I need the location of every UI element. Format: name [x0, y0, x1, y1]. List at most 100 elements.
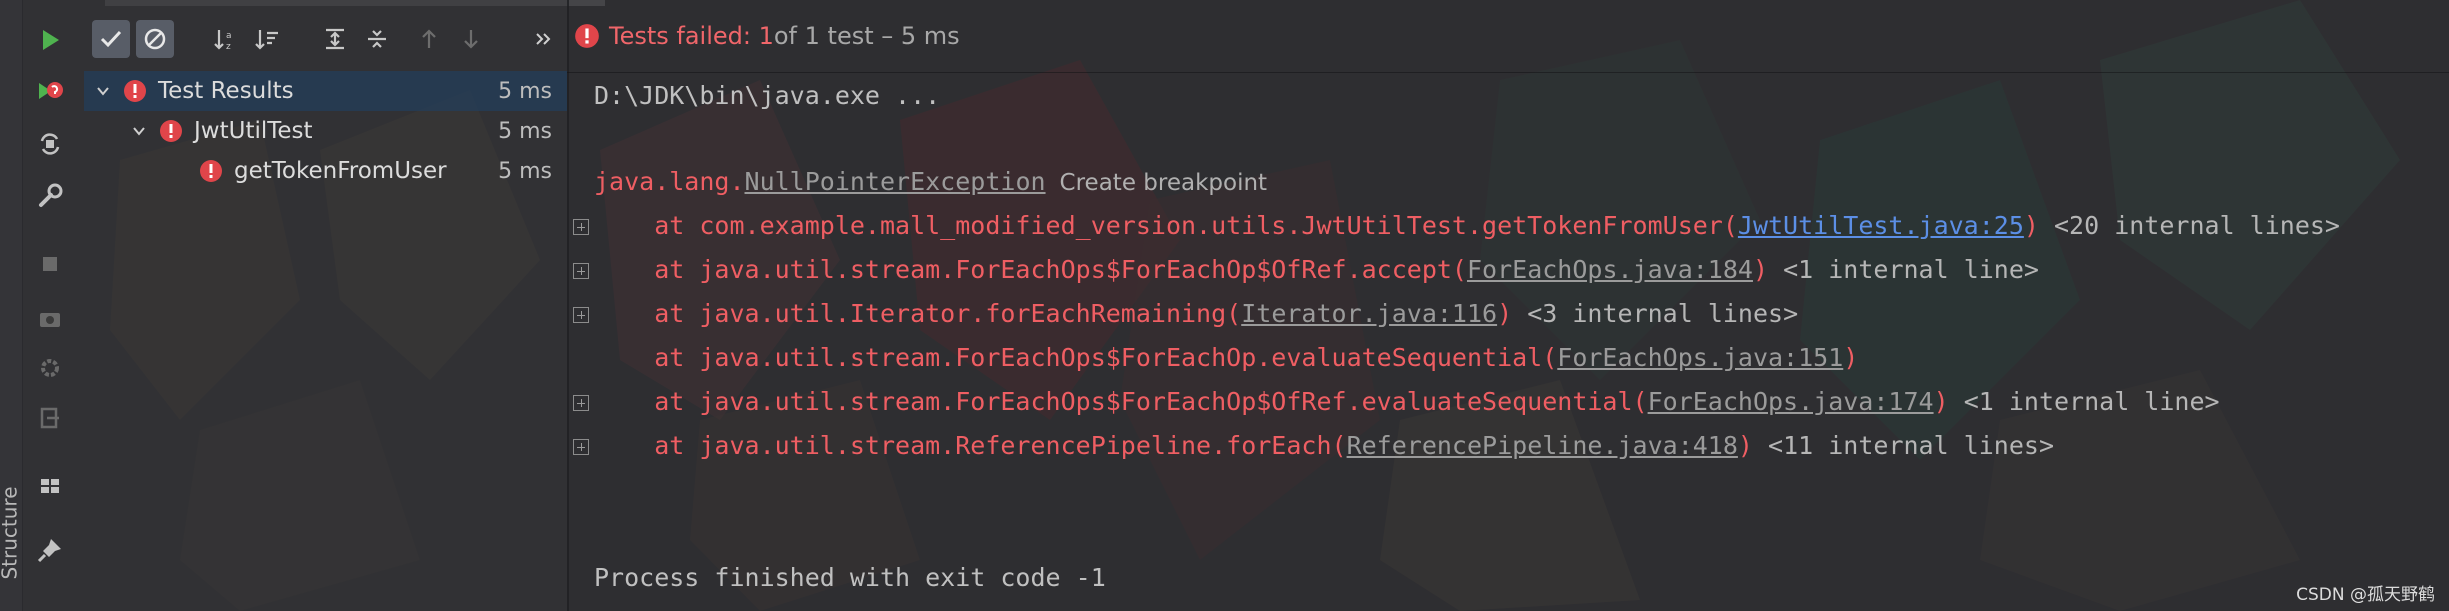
tests-failed-label: Tests failed: 1 — [609, 22, 774, 50]
stop-button[interactable] — [32, 246, 68, 282]
create-breakpoint-link[interactable]: Create breakpoint — [1060, 170, 1268, 196]
stack-frame-line: at java.util.stream.ForEachOps$ForEachOp… — [594, 252, 2039, 288]
stack-frame-close: ) — [1497, 299, 1513, 328]
more-actions-button[interactable] — [524, 20, 562, 58]
rerun-button[interactable] — [32, 22, 68, 58]
stack-frame-line: at java.util.stream.ForEachOps$ForEachOp… — [594, 384, 2220, 420]
chevron-down-icon[interactable] — [128, 120, 150, 142]
error-icon — [124, 80, 146, 102]
expand-all-button[interactable] — [316, 20, 354, 58]
exception-package: java.lang. — [594, 167, 745, 196]
stack-frame-close: ) — [1933, 387, 1949, 416]
chevron-down-icon[interactable] — [92, 80, 114, 102]
test-status-bar: Tests failed: 1 of 1 test – 5 ms — [567, 0, 2449, 73]
stop-icon — [43, 257, 57, 271]
stack-frame-text: at java.util.stream.ForEachOps$ForEachOp… — [594, 343, 1558, 372]
fold-toggle-icon[interactable] — [573, 439, 589, 455]
fold-toggle-icon[interactable] — [573, 395, 589, 411]
exit-icon — [40, 407, 59, 429]
error-icon — [200, 160, 222, 182]
collapse-all-icon — [368, 30, 386, 48]
structure-tab[interactable]: Structure — [0, 478, 23, 588]
process-finished-line: Process finished with exit code -1 — [594, 563, 1106, 592]
gear-button[interactable] — [32, 350, 68, 386]
internal-lines-hint[interactable]: <20 internal lines> — [2039, 211, 2340, 240]
tree-row-label: getTokenFromUser — [234, 158, 447, 184]
internal-lines-hint[interactable]: <1 internal line> — [1949, 387, 2220, 416]
console-command-line: D:\JDK\bin\java.exe ... — [594, 81, 941, 110]
source-link[interactable]: JwtUtilTest.java:25 — [1738, 211, 2024, 240]
source-link[interactable]: ReferencePipeline.java:418 — [1347, 431, 1738, 460]
tree-row-test-results[interactable]: Test Results 5 ms — [84, 71, 567, 111]
stack-frame-line: at java.util.Iterator.forEachRemaining(I… — [594, 296, 1798, 332]
stack-frame-text: at java.util.stream.ReferencePipeline.fo… — [594, 431, 1347, 460]
show-ignored-button[interactable] — [136, 20, 174, 58]
sort-alphabetically-button[interactable]: az — [206, 20, 244, 58]
svg-text:z: z — [226, 42, 231, 52]
collapse-all-button[interactable] — [358, 20, 396, 58]
settings-button[interactable] — [32, 178, 68, 214]
structure-tab-label: Structure — [0, 486, 23, 580]
tree-row-jwtutiltest[interactable]: JwtUtilTest 5 ms — [84, 111, 567, 151]
stack-frame-text: at com.example.mall_modified_version.uti… — [594, 211, 1738, 240]
wrench-icon — [39, 183, 63, 207]
exception-name-link[interactable]: NullPointerException — [745, 167, 1046, 196]
stack-frame-line: at java.util.stream.ReferencePipeline.fo… — [594, 428, 2054, 464]
ignored-icon — [144, 28, 166, 50]
stack-frame-close: ) — [1843, 343, 1859, 372]
fold-toggle-icon[interactable] — [573, 263, 589, 279]
tree-row-time: 5 ms — [498, 118, 552, 144]
source-link[interactable]: ForEachOps.java:151 — [1557, 343, 1843, 372]
source-link[interactable]: Iterator.java:116 — [1241, 299, 1497, 328]
stack-frame-close: ) — [1737, 431, 1753, 460]
fold-toggle-icon[interactable] — [573, 307, 589, 323]
expand-all-icon — [326, 28, 344, 50]
exit-button[interactable] — [32, 400, 68, 436]
tree-row-gettokenfromuser[interactable]: getTokenFromUser 5 ms — [84, 151, 567, 191]
run-actions-column — [22, 0, 84, 611]
auto-rerun-icon — [40, 133, 60, 155]
check-icon — [100, 30, 122, 48]
test-tree-panel: az Test Results 5 ms JwtUtilTest 5 ms ge… — [84, 0, 569, 611]
sort-alpha-icon: az — [214, 30, 232, 52]
next-failed-button[interactable] — [452, 20, 490, 58]
stack-frame-line: at java.util.stream.ForEachOps$ForEachOp… — [594, 340, 1858, 376]
test-tree-toolbar: az — [84, 0, 567, 72]
source-link[interactable]: ForEachOps.java:184 — [1467, 255, 1753, 284]
stack-frame-text: at java.util.stream.ForEachOps$ForEachOp… — [594, 255, 1467, 284]
internal-lines-hint[interactable]: <3 internal lines> — [1512, 299, 1798, 328]
sort-by-duration-button[interactable] — [248, 20, 286, 58]
tree-row-label: Test Results — [158, 78, 294, 104]
source-link[interactable]: ForEachOps.java:174 — [1648, 387, 1934, 416]
watermark: CSDN @孤天野鹤 — [2296, 585, 2435, 605]
fold-toggle-icon[interactable] — [573, 219, 589, 235]
show-passed-button[interactable] — [92, 20, 130, 58]
tree-row-time: 5 ms — [498, 78, 552, 104]
rerun-failed-button[interactable] — [32, 74, 68, 110]
pin-icon — [37, 539, 61, 563]
arrow-down-icon — [464, 30, 478, 49]
svg-text:a: a — [226, 31, 232, 41]
stack-frame-close: ) — [1752, 255, 1769, 284]
stack-frame-close: ) — [2023, 211, 2039, 240]
internal-lines-hint[interactable]: <1 internal line> — [1768, 255, 2039, 284]
error-icon — [160, 120, 182, 142]
double-chevron-right-icon — [536, 33, 551, 45]
arrow-up-icon — [422, 29, 436, 48]
exception-line: java.lang.NullPointerException Create bre… — [594, 164, 1267, 200]
gear-icon — [41, 359, 59, 377]
previous-failed-button[interactable] — [410, 20, 448, 58]
play-icon — [43, 30, 59, 50]
run-tool-window: Structure a z Test Results 5 ms JwtUtilT… — [0, 0, 2449, 611]
stack-frame-line: at com.example.mall_modified_version.uti… — [594, 208, 2340, 244]
internal-lines-hint[interactable]: <11 internal lines> — [1753, 431, 2054, 460]
stack-frame-text: at java.util.stream.ForEachOps$ForEachOp… — [594, 387, 1648, 416]
pin-tab-button[interactable] — [32, 532, 68, 568]
error-icon — [575, 24, 599, 48]
toggle-auto-test-button[interactable] — [32, 126, 68, 162]
camera-icon — [40, 313, 60, 327]
console-panel[interactable]: Tests failed: 1 of 1 test – 5 ms D:\JDK\… — [567, 0, 2449, 611]
tree-row-label: JwtUtilTest — [194, 118, 313, 144]
screenshot-button[interactable] — [32, 300, 68, 336]
layout-button[interactable] — [32, 468, 68, 504]
